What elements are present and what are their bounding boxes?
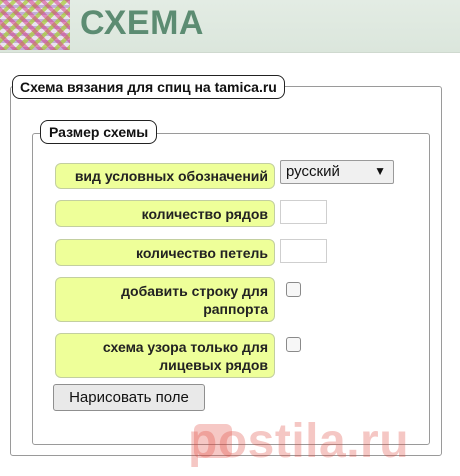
site-header: СХЕМА [0, 0, 460, 53]
symbols-type-value: русский [286, 163, 340, 180]
front-rows-only-label: схема узора только для лицевых рядов [55, 333, 275, 378]
size-legend: Размер схемы [40, 120, 158, 144]
rows-count-input[interactable] [280, 200, 327, 224]
watermark: postila.ru [188, 415, 410, 468]
knitting-pattern-logo-icon [0, 0, 70, 50]
add-repeat-row-checkbox[interactable] [286, 282, 301, 297]
add-repeat-row-label: добавить строку для раппорта [55, 277, 275, 322]
stitches-count-input[interactable] [280, 239, 327, 263]
stitches-count-label: количество петель [55, 239, 275, 266]
front-rows-only-checkbox[interactable] [286, 337, 301, 352]
dropdown-arrow-icon: ▼ [374, 164, 386, 178]
symbols-type-select[interactable]: русский ▼ [280, 160, 394, 184]
outer-legend: Схема вязания для спиц на tamica.ru [12, 75, 285, 99]
page-title: СХЕМА [80, 4, 204, 42]
draw-field-button[interactable]: Нарисовать поле [53, 384, 205, 411]
symbols-type-label: вид условных обозначений [55, 163, 275, 189]
rows-count-label: количество рядов [55, 200, 275, 227]
